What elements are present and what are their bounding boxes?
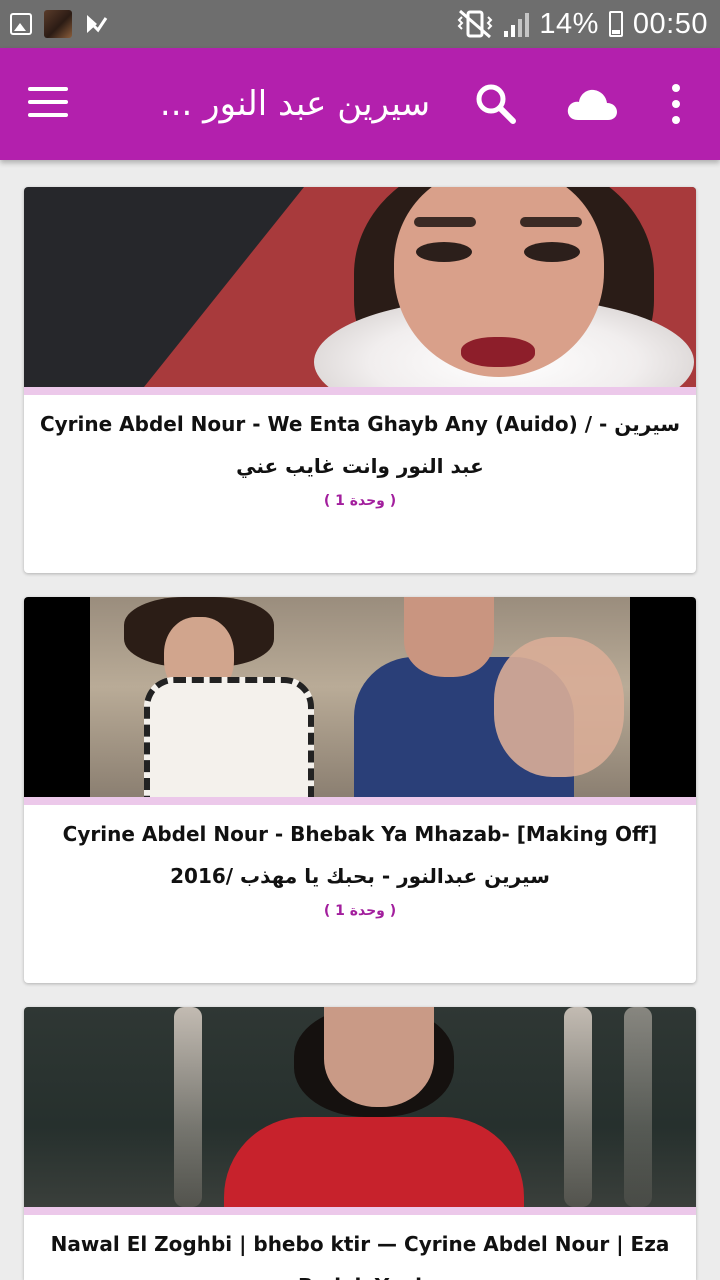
card-title: Cyrine Abdel Nour - Bhebak Ya Mhazab- [M… <box>62 822 658 888</box>
card-title: Cyrine Abdel Nour - We Enta Ghayb Any (A… <box>39 412 681 478</box>
list-item[interactable]: Cyrine Abdel Nour - We Enta Ghayb Any (A… <box>24 187 696 573</box>
card-divider <box>24 1207 696 1215</box>
menu-icon[interactable] <box>28 87 68 119</box>
item-count: ( 1 وحدة ) <box>323 493 397 509</box>
card-thumbnail[interactable] <box>24 187 696 387</box>
app-notification-icon <box>44 10 72 38</box>
image-notification-icon <box>10 13 32 35</box>
status-bar: 14% 00:50 <box>0 0 720 48</box>
signal-icon <box>504 11 530 37</box>
download-check-icon <box>87 15 108 33</box>
app-bar: سيرين عبد النور ... <box>0 48 720 160</box>
item-count: ( 1 وحدة ) <box>323 903 397 919</box>
card-thumbnail[interactable] <box>24 597 696 797</box>
vibrate-icon <box>457 9 493 39</box>
more-vert-icon[interactable] <box>664 84 688 124</box>
card-divider <box>24 797 696 805</box>
page-title: سيرين عبد النور ... <box>159 84 431 124</box>
search-icon[interactable] <box>474 82 518 126</box>
system-icons: 14% 00:50 <box>456 6 708 42</box>
cloud-icon[interactable] <box>566 84 618 124</box>
battery-percent: 14% <box>539 7 599 40</box>
list-item[interactable]: Nawal El Zoghbi | bhebo ktir — Cyrine Ab… <box>24 1007 696 1280</box>
card-title: Nawal El Zoghbi | bhebo ktir — Cyrine Ab… <box>50 1232 670 1280</box>
card-thumbnail[interactable] <box>24 1007 696 1207</box>
card-divider <box>24 387 696 395</box>
list-item[interactable]: Cyrine Abdel Nour - Bhebak Ya Mhazab- [M… <box>24 597 696 983</box>
notification-icons <box>10 9 108 39</box>
battery-icon <box>608 11 623 37</box>
clock: 00:50 <box>632 7 708 40</box>
